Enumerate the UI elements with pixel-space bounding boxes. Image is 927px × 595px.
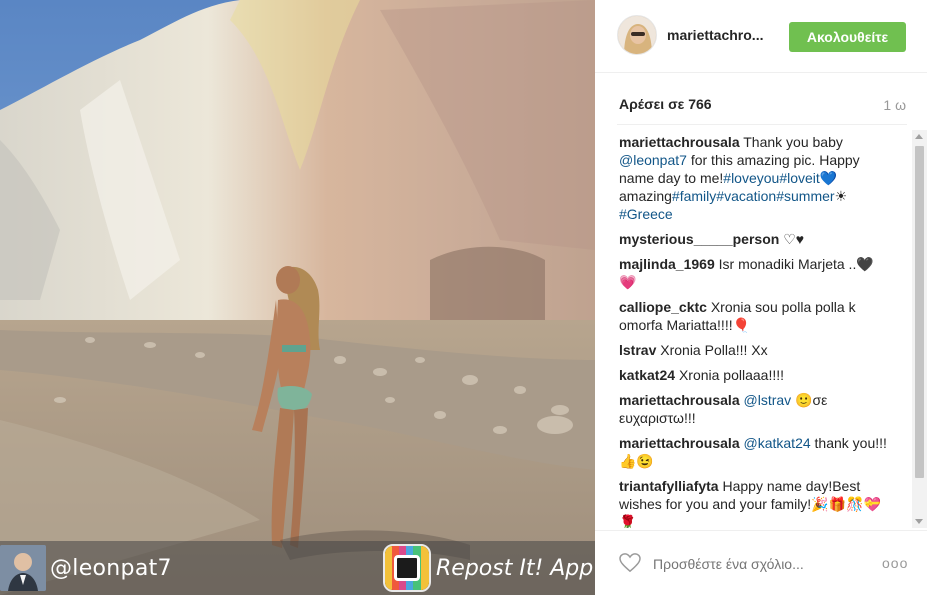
comment-username[interactable]: triantafylliafyta (619, 478, 719, 494)
mention-link[interactable]: @leonpat7 (619, 152, 687, 168)
hashtag-link[interactable]: #family (672, 188, 716, 204)
comment-username[interactable]: mariettachrousala (619, 435, 740, 451)
hashtag-link[interactable]: #loveit (779, 170, 819, 186)
post-time[interactable]: 1 ω (883, 97, 906, 113)
more-options-button[interactable]: ooo (882, 555, 908, 571)
likes-count[interactable]: Αρέσει σε 766 (619, 96, 712, 112)
scroll-up-arrow-icon[interactable] (915, 134, 923, 139)
comment-text: ☀ (834, 188, 848, 204)
comments-scrollbar[interactable] (912, 130, 927, 528)
mention-link[interactable]: @lstrav (744, 392, 792, 408)
comment-username[interactable]: katkat24 (619, 367, 675, 383)
comment-item: triantafylliafyta Happy name day!Best wi… (619, 477, 889, 528)
hashtag-link[interactable]: #loveyou (723, 170, 779, 186)
profile-avatar-image (618, 16, 656, 54)
comment-item: mariettachrousala @lstrav 🙂σε ευχαριστω!… (619, 391, 889, 427)
add-comment-input[interactable] (653, 555, 843, 573)
hashtag-link[interactable]: #Greece (619, 206, 673, 222)
repost-app-logo-icon (383, 544, 431, 592)
comment-item: katkat24 Xronia pollaaa!!!! (619, 366, 889, 384)
comment-item: mariettachrousala Thank you baby @leonpa… (619, 133, 889, 223)
comment-username[interactable]: majlinda_1969 (619, 256, 715, 272)
comment-text: Xronia pollaaa!!!! (678, 367, 785, 383)
comment-item: calliope_cktc Xronia sou polla polla k o… (619, 298, 889, 334)
post-photo[interactable]: @leonpat7 Repost It! App (0, 0, 595, 595)
post-author-username[interactable]: mariettachro... (667, 27, 763, 43)
comment-text: Xronia Polla!!! Xx (660, 342, 768, 358)
comment-username[interactable]: calliope_cktc (619, 299, 707, 315)
comment-item: mariettachrousala @katkat24 thank you!!!… (619, 434, 889, 470)
comment-username[interactable]: mariettachrousala (619, 392, 740, 408)
comments-list: mariettachrousala Thank you baby @leonpa… (619, 133, 889, 528)
comment-item: mysterious_____person ♡♥ (619, 230, 889, 248)
beach-cliff-photo (0, 0, 595, 595)
comment-username[interactable]: mariettachrousala (619, 134, 740, 150)
hashtag-link[interactable]: #summer (776, 188, 834, 204)
profile-avatar[interactable] (617, 15, 657, 55)
repost-username: @leonpat7 (50, 556, 172, 581)
comment-username[interactable]: lstrav (619, 342, 656, 358)
like-heart-icon[interactable] (619, 553, 641, 573)
post-side-panel: mariettachro... Ακολουθείτε Αρέσει σε 76… (595, 0, 927, 595)
comment-text: Thank you baby (743, 134, 843, 150)
scroll-down-arrow-icon[interactable] (915, 519, 923, 524)
comment-item: majlinda_1969 Isr monadiki Marjeta ..🖤💗 (619, 255, 889, 291)
repost-user-avatar (0, 545, 46, 591)
comment-text: ♡♥ (783, 231, 805, 247)
repost-avatar-image (0, 545, 46, 591)
mention-link[interactable]: @katkat24 (744, 435, 811, 451)
post-footer: ooo (595, 530, 927, 595)
comment-item: lstrav Xronia Polla!!! Xx (619, 341, 889, 359)
scrollbar-thumb[interactable] (915, 146, 924, 478)
repost-app-name: Repost It! App (436, 556, 594, 581)
hashtag-link[interactable]: #vacation (716, 188, 776, 204)
post-header: mariettachro... Ακολουθείτε (595, 0, 927, 73)
comment-username[interactable]: mysterious_____person (619, 231, 779, 247)
following-button[interactable]: Ακολουθείτε (789, 22, 906, 52)
divider (617, 124, 907, 125)
